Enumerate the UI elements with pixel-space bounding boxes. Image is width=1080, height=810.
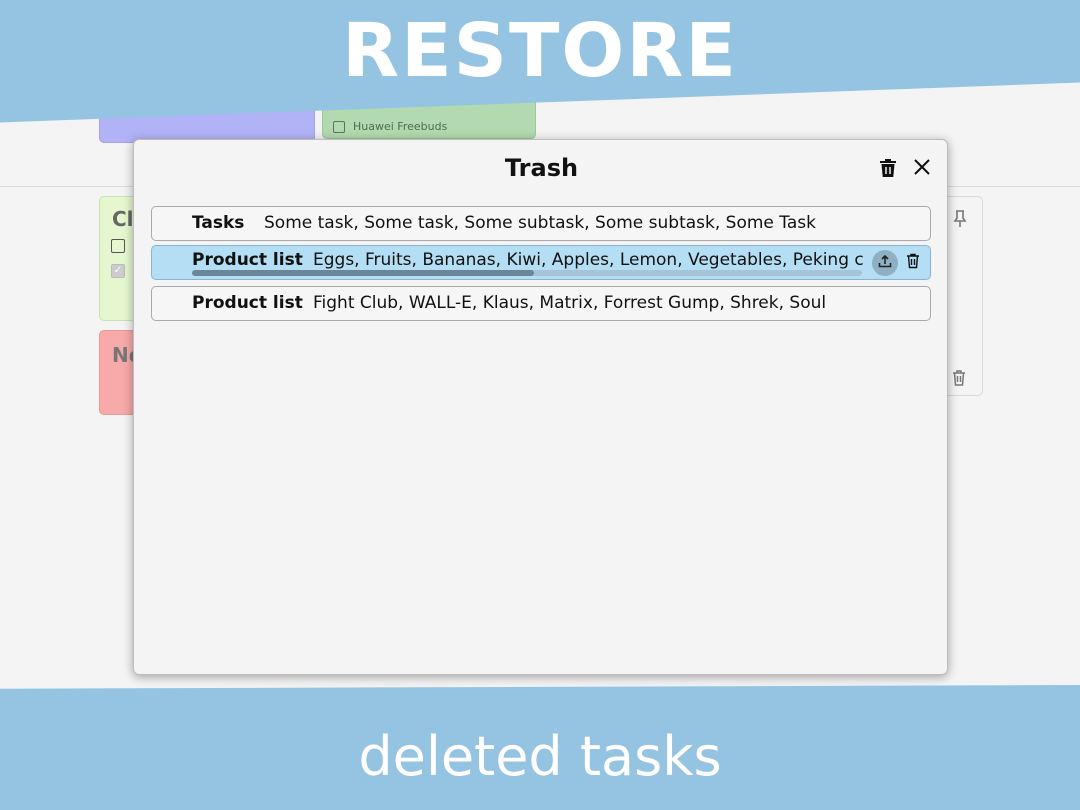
trash-icon[interactable] bbox=[951, 369, 967, 391]
empty-trash-icon[interactable] bbox=[879, 158, 897, 182]
trash-item-selected[interactable]: Product list Eggs, Fruits, Bananas, Kiwi… bbox=[151, 245, 931, 280]
checkbox[interactable] bbox=[111, 239, 125, 253]
top-banner: RESTORE bbox=[0, 0, 1080, 123]
trash-dialog: Trash Tasks Some task, Some task, Some s… bbox=[133, 139, 948, 675]
trash-item-content: Fight Club, WALL-E, Klaus, Matrix, Forre… bbox=[313, 293, 827, 313]
trash-item-name: Tasks bbox=[192, 213, 245, 233]
checkbox[interactable] bbox=[333, 120, 345, 133]
restore-icon bbox=[877, 253, 893, 273]
trash-item-name: Product list bbox=[192, 293, 303, 313]
checklist-item[interactable]: Huawei Freebuds bbox=[333, 120, 447, 133]
trash-item-name: Product list bbox=[192, 250, 303, 270]
note-title: Cl bbox=[112, 207, 134, 231]
trash-icon bbox=[906, 253, 920, 273]
banner-title: RESTORE bbox=[342, 8, 738, 94]
banner-subtitle: deleted tasks bbox=[358, 725, 722, 788]
delete-forever-button[interactable] bbox=[903, 253, 923, 273]
dialog-title: Trash bbox=[504, 154, 579, 182]
horizontal-scrollbar[interactable] bbox=[192, 270, 862, 276]
trash-item[interactable]: Tasks Some task, Some task, Some subtask… bbox=[151, 206, 931, 241]
bottom-banner: deleted tasks bbox=[0, 685, 1080, 810]
trash-item-content: Some task, Some task, Some subtask, Some… bbox=[264, 213, 816, 233]
scrollbar-thumb[interactable] bbox=[192, 270, 534, 276]
checkbox-checked[interactable]: ✓ bbox=[111, 264, 125, 278]
trash-item[interactable]: Product list Fight Club, WALL-E, Klaus, … bbox=[151, 286, 931, 321]
pin-icon[interactable] bbox=[952, 210, 968, 232]
restore-button[interactable] bbox=[872, 250, 898, 276]
close-icon[interactable] bbox=[913, 158, 931, 180]
checklist-item-label: Huawei Freebuds bbox=[353, 120, 448, 133]
trash-item-content: Eggs, Fruits, Bananas, Kiwi, Apples, Lem… bbox=[313, 250, 863, 270]
